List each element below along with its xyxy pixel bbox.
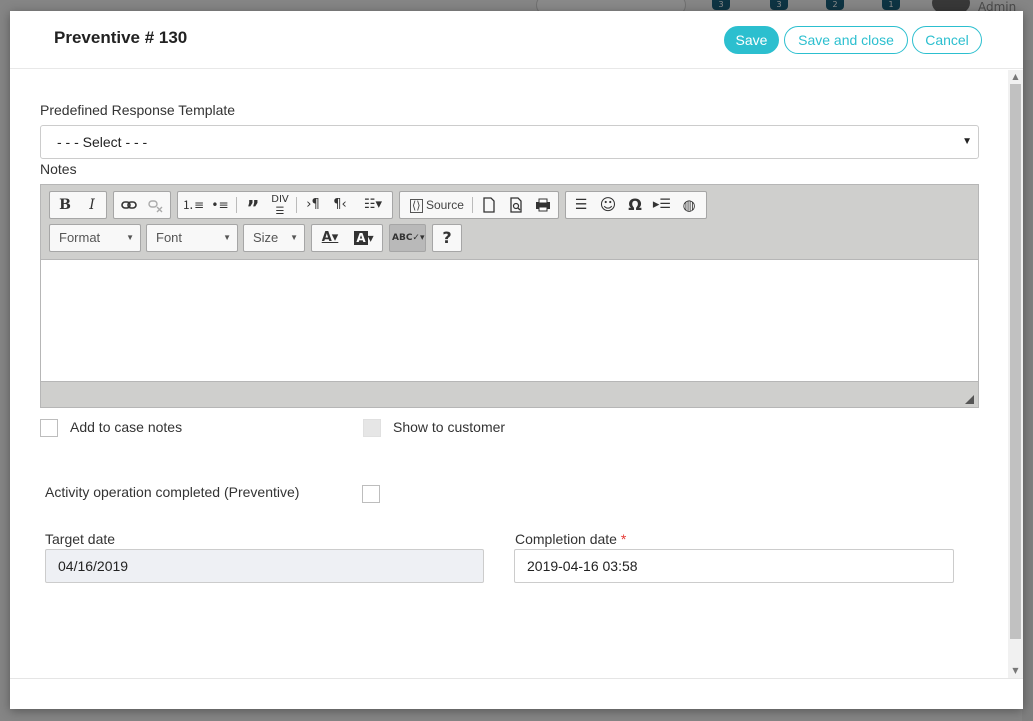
toolbar-group-document: ⟨⟩ Source (399, 191, 559, 219)
template-select-value: - - - Select - - - (57, 134, 148, 150)
scrollbar-thumb[interactable] (1010, 84, 1021, 639)
chevron-down-icon: ▼ (962, 136, 972, 147)
chevron-down-icon: ▼ (126, 233, 134, 242)
modal-header: Preventive # 130 Save Save and close Can… (10, 11, 1023, 69)
activity-completed-label: Activity operation completed (Preventive… (45, 484, 300, 500)
required-marker: * (620, 531, 627, 547)
ltr-icon[interactable]: ›¶ (300, 192, 326, 218)
editor-status-bar (41, 381, 978, 407)
add-to-case-notes-checkbox[interactable] (40, 419, 58, 437)
special-char-icon[interactable]: Ω (622, 192, 648, 218)
horizontal-line-icon[interactable]: ☰ (568, 192, 594, 218)
save-and-close-button[interactable]: Save and close (784, 26, 908, 54)
toolbar-separator (296, 197, 297, 213)
modal-title: Preventive # 130 (54, 28, 188, 47)
iframe-icon[interactable]: ◍ (676, 192, 702, 218)
target-date-label: Target date (45, 531, 116, 547)
preventive-modal: Preventive # 130 Save Save and close Can… (10, 11, 1023, 709)
notes-label: Notes (40, 161, 77, 177)
toolbar-group-paragraph: ⒈≡ •≡ ” DIV ☰ ›¶ ¶‹ ☷▾ (177, 191, 393, 220)
completion-date-label-text: Completion date (515, 531, 617, 547)
notes-editor-area[interactable] (41, 261, 978, 381)
chevron-down-icon: ▼ (223, 233, 231, 242)
bg-color-icon[interactable]: A ▾ (348, 225, 380, 251)
toolbar-group-colors: A▾ A ▾ (311, 224, 383, 252)
modal-footer (10, 678, 1023, 709)
add-to-case-notes-label: Add to case notes (70, 419, 183, 435)
toolbar-group-spellcheck: ABC✓▾ (389, 224, 426, 252)
smiley-icon[interactable]: ☺ (595, 192, 621, 218)
font-combo-label: Font (156, 230, 183, 245)
new-page-icon[interactable] (476, 192, 502, 218)
page-break-icon[interactable]: ▸☰ (649, 192, 675, 218)
resize-handle-icon[interactable] (965, 395, 974, 404)
show-to-customer-checkbox (363, 419, 381, 437)
numbered-list-icon[interactable]: ⒈≡ (180, 192, 206, 218)
spellcheck-icon[interactable]: ABC✓▾ (392, 225, 425, 251)
font-combo[interactable]: Font ▼ (146, 224, 238, 252)
text-color-icon[interactable]: A▾ (314, 225, 346, 251)
preview-icon[interactable] (503, 192, 529, 218)
editor-toolbar: B I ⒈≡ •≡ ” DIV ☰ ›¶ ¶‹ ☷▾ ⟨⟩ Source ☰ ☺… (41, 185, 978, 260)
modal-body: Predefined Response Template - - - Selec… (10, 70, 1007, 678)
toolbar-group-help: ? (432, 224, 462, 252)
toolbar-group-links (113, 191, 171, 219)
template-select[interactable]: - - - Select - - - ▼ (40, 125, 979, 159)
bulleted-list-icon[interactable]: •≡ (207, 192, 233, 218)
save-button[interactable]: Save (724, 26, 779, 54)
help-icon[interactable]: ? (434, 225, 460, 251)
format-combo[interactable]: Format ▼ (49, 224, 141, 252)
size-combo[interactable]: Size ▼ (243, 224, 305, 252)
format-combo-label: Format (59, 230, 101, 245)
toolbar-group-insert: ☰ ☺ Ω ▸☰ ◍ (565, 191, 707, 219)
toolbar-separator (236, 197, 237, 213)
completion-date-field[interactable]: 2019-04-16 03:58 (514, 549, 954, 583)
blockquote-icon[interactable]: ” (240, 192, 266, 220)
target-date-field: 04/16/2019 (45, 549, 484, 583)
div-icon[interactable]: DIV ☰ (267, 192, 293, 218)
toolbar-separator (472, 197, 473, 213)
print-icon[interactable] (530, 192, 556, 218)
source-button[interactable]: ⟨⟩ Source (404, 192, 470, 218)
bold-icon[interactable]: B (52, 192, 78, 218)
italic-icon[interactable]: I (79, 192, 105, 218)
scroll-up-icon[interactable]: ▲ (1008, 70, 1023, 84)
completion-date-label: Completion date * (515, 531, 626, 547)
source-icon: ⟨⟩ (410, 199, 423, 213)
link-icon[interactable] (116, 192, 142, 218)
source-label: Source (425, 198, 464, 212)
size-combo-label: Size (253, 230, 279, 245)
activity-completed-checkbox[interactable] (362, 485, 380, 503)
cancel-button[interactable]: Cancel (912, 26, 982, 54)
modal-scrollbar[interactable]: ▲ ▼ (1008, 70, 1023, 678)
chevron-down-icon: ▼ (290, 233, 298, 242)
language-icon[interactable]: ☷▾ (356, 192, 390, 218)
toolbar-group-basic: B I (49, 191, 107, 219)
notes-editor: B I ⒈≡ •≡ ” DIV ☰ ›¶ ¶‹ ☷▾ ⟨⟩ Source ☰ ☺… (40, 184, 979, 408)
scroll-down-icon[interactable]: ▼ (1008, 664, 1023, 678)
template-label: Predefined Response Template (40, 102, 236, 118)
show-to-customer-label: Show to customer (393, 419, 506, 435)
unlink-icon[interactable] (143, 192, 169, 218)
rtl-icon[interactable]: ¶‹ (327, 192, 353, 218)
